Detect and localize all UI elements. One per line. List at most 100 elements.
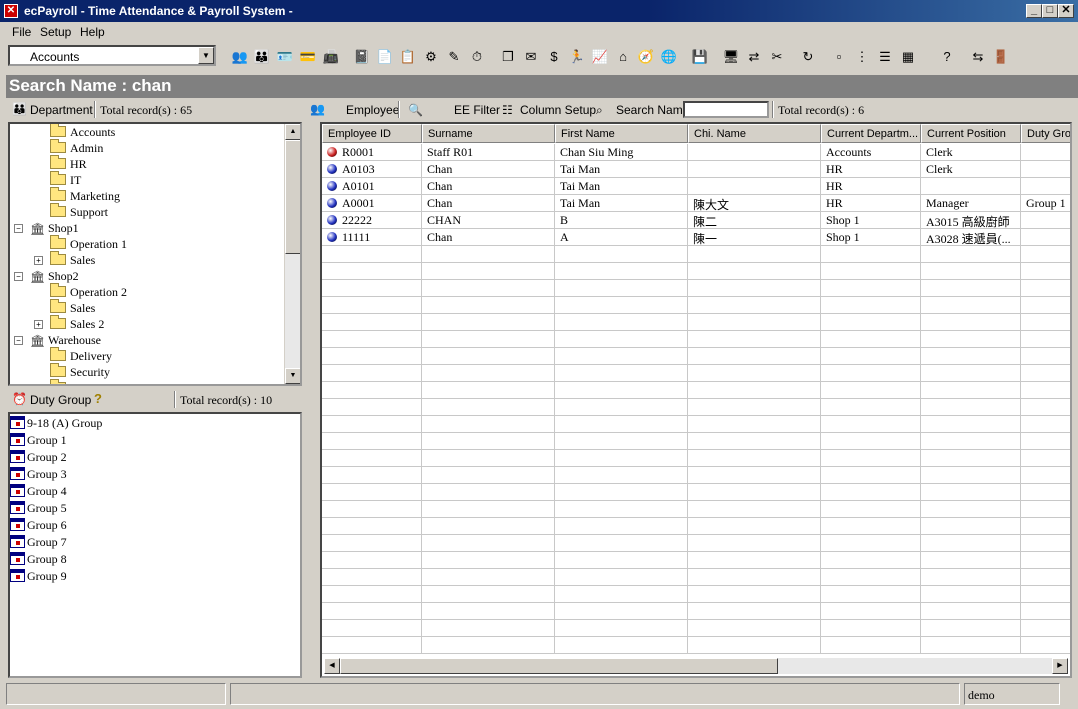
scroll-thumb[interactable] <box>285 140 300 254</box>
collapse-icon[interactable]: − <box>14 272 23 281</box>
table-cell[interactable]: Tai Man <box>555 195 688 212</box>
chevron-down-icon[interactable]: ▼ <box>198 47 214 64</box>
table-cell[interactable]: Clerk <box>921 161 1021 178</box>
id-card-icon[interactable]: 🪪 <box>275 46 295 66</box>
column-header[interactable]: Surname <box>422 124 555 143</box>
table-cell[interactable]: Tai Man <box>555 161 688 178</box>
minimize-button[interactable]: _ <box>1026 4 1042 18</box>
list-view-icon[interactable]: ☰ <box>875 46 895 66</box>
scroll-right-icon[interactable]: ▶ <box>1052 658 1068 674</box>
tree-item[interactable]: 🏛 Warehouse <box>30 333 101 349</box>
duty-group-item[interactable]: Group 4 <box>10 484 67 501</box>
search-name-input[interactable] <box>683 101 769 118</box>
mail-icon[interactable]: ✉ <box>521 46 541 66</box>
scroll-left-icon[interactable]: ◀ <box>324 658 340 674</box>
table-cell[interactable]: Shop 1 <box>821 212 921 229</box>
table-cell[interactable]: Group 1 <box>1021 195 1070 212</box>
home-icon[interactable]: ⌂ <box>613 46 633 66</box>
table-cell[interactable]: HR <box>821 178 921 195</box>
employees-icon[interactable]: 👥 <box>230 46 250 66</box>
table-cell[interactable] <box>1021 178 1070 195</box>
duty-group-item[interactable]: 9-18 (A) Group <box>10 416 102 433</box>
table-cell[interactable] <box>1021 212 1070 229</box>
clipboard-icon[interactable]: 📋 <box>398 46 418 66</box>
duty-group-item[interactable]: Group 3 <box>10 467 67 484</box>
book-icon[interactable]: 📓 <box>352 46 372 66</box>
table-cell[interactable]: 22222 <box>322 212 422 229</box>
menu-file[interactable]: File <box>12 25 31 39</box>
table-cell[interactable] <box>921 178 1021 195</box>
tree-item[interactable]: Operation 2 <box>50 283 127 301</box>
scroll-thumb-horizontal[interactable] <box>340 658 778 674</box>
table-cell[interactable]: Clerk <box>921 144 1021 161</box>
table-cell[interactable] <box>1021 161 1070 178</box>
table-cell[interactable]: Staff R01 <box>422 144 555 161</box>
chart-icon[interactable]: 📈 <box>590 46 610 66</box>
tree-item[interactable]: Sales <box>50 251 95 269</box>
table-cell[interactable]: A <box>555 229 688 246</box>
table-cell[interactable]: Manager <box>921 195 1021 212</box>
duty-group-list[interactable]: 9-18 (A) Group Group 1 Group 2 Group 3 Group… <box>8 412 302 678</box>
table-cell[interactable]: 陳二 <box>688 212 821 229</box>
monitor-icon[interactable]: 🖥 <box>721 46 741 66</box>
grid-horizontal-scrollbar[interactable]: ◀ ▶ <box>324 658 1068 674</box>
column-header[interactable]: Current Position <box>921 124 1021 143</box>
table-cell[interactable] <box>688 144 821 161</box>
duty-group-item[interactable]: Group 2 <box>10 450 67 467</box>
tree-item[interactable]: Marketing <box>50 187 120 205</box>
column-header[interactable]: Current Departm... <box>821 124 921 143</box>
table-cell[interactable]: 陳一 <box>688 229 821 246</box>
table-cell[interactable]: Chan Siu Ming <box>555 144 688 161</box>
help-key-icon[interactable]: ? <box>94 391 102 406</box>
ee-filter-button[interactable]: EE Filter <box>454 103 500 117</box>
employee-grid[interactable]: ◀ ▶ Employee ID Surname First Name Chi. Nam… <box>320 122 1072 678</box>
details-view-icon[interactable]: ▦ <box>898 46 918 66</box>
table-cell[interactable]: Tai Man <box>555 178 688 195</box>
column-header[interactable]: First Name <box>555 124 688 143</box>
table-cell[interactable]: 陳大文 <box>688 195 821 212</box>
department-tree[interactable]: ▲ ▼ Accounts Admin HR IT Marketing Support 🏛 Sh… <box>8 122 302 386</box>
user-switch-icon[interactable]: ⇆ <box>968 46 988 66</box>
disk-icon[interactable]: 💾 <box>690 46 710 66</box>
collapse-icon[interactable]: − <box>14 224 23 233</box>
table-cell[interactable]: A0101 <box>322 178 422 195</box>
tree-vertical-scrollbar[interactable]: ▲ ▼ <box>284 124 300 384</box>
duty-group-item[interactable]: Group 9 <box>10 569 67 586</box>
settings-gear-icon[interactable]: ⚙ <box>421 46 441 66</box>
table-cell[interactable]: A0001 <box>322 195 422 212</box>
tree-item[interactable]: Operation 1 <box>50 235 127 253</box>
duty-group-item[interactable]: Group 7 <box>10 535 67 552</box>
duty-group-item[interactable]: Group 5 <box>10 501 67 518</box>
expand-icon[interactable]: + <box>34 320 43 329</box>
large-icons-view-icon[interactable]: ▫ <box>829 46 849 66</box>
table-cell[interactable]: Chan <box>422 229 555 246</box>
money-icon[interactable]: $ <box>544 46 564 66</box>
column-setup-icon[interactable]: ☷ <box>502 103 513 117</box>
tools-icon[interactable]: ✂ <box>767 46 787 66</box>
table-cell[interactable]: A3028 速遞員(... <box>921 229 1021 246</box>
running-icon[interactable]: 🏃 <box>567 46 587 66</box>
refresh-icon[interactable]: ↻ <box>798 46 818 66</box>
tree-item[interactable]: Security <box>50 363 110 381</box>
table-cell[interactable]: 11111 <box>322 229 422 246</box>
leave-icon[interactable]: ✎ <box>444 46 464 66</box>
table-cell[interactable]: HR <box>821 195 921 212</box>
table-cell[interactable]: Accounts <box>821 144 921 161</box>
table-cell[interactable]: HR <box>821 161 921 178</box>
column-header[interactable]: Employee ID <box>322 124 422 143</box>
machine-icon[interactable]: 📠 <box>321 46 341 66</box>
card-icon[interactable]: 💳 <box>298 46 318 66</box>
tree-item[interactable]: Support <box>50 203 108 221</box>
table-cell[interactable]: Shop 1 <box>821 229 921 246</box>
table-cell[interactable]: Chan <box>422 195 555 212</box>
small-icons-view-icon[interactable]: ⋮ <box>852 46 872 66</box>
search-icon[interactable]: 🔍 <box>408 103 423 117</box>
group-icon[interactable]: 👪 <box>252 46 272 66</box>
app-icon[interactable]: ✕ <box>4 4 18 18</box>
column-header[interactable]: Duty Group <box>1021 124 1070 143</box>
table-cell[interactable] <box>688 178 821 195</box>
globe-person-icon[interactable]: 🧭 <box>636 46 656 66</box>
clock-icon[interactable]: ⏱ <box>467 46 487 66</box>
collapse-icon[interactable]: − <box>14 336 23 345</box>
help-icon[interactable]: ? <box>937 46 957 66</box>
